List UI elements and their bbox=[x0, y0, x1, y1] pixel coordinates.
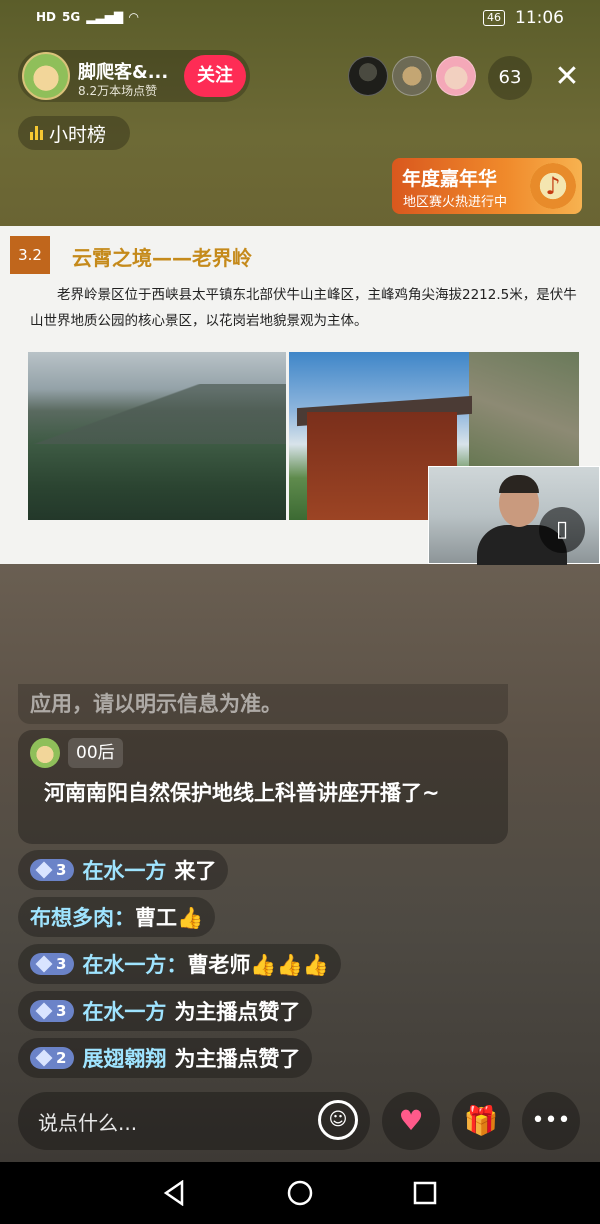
chat-username[interactable]: 在水一方 bbox=[82, 996, 166, 1026]
viewer-avatar[interactable] bbox=[392, 56, 432, 96]
host-likes: 8.2万本场点赞 bbox=[78, 84, 158, 98]
comment-placeholder: 说点什么... bbox=[38, 1111, 138, 1135]
diamond-icon bbox=[35, 861, 53, 879]
announcement-card: 00后 河南南阳自然保护地线上科普讲座开播了~ bbox=[18, 730, 508, 844]
viewer-avatars[interactable] bbox=[348, 56, 476, 96]
level-badge: 3 bbox=[30, 859, 75, 881]
rank-label: 小时榜 bbox=[49, 123, 107, 146]
chat-username[interactable]: 展翅翱翔 bbox=[82, 1043, 166, 1073]
level-number: 3 bbox=[56, 861, 67, 879]
commenter-avatar[interactable] bbox=[30, 738, 60, 768]
emoji-icon[interactable]: ☺ bbox=[318, 1100, 358, 1140]
network-indicator: 5G bbox=[62, 10, 81, 24]
chat-message[interactable]: 3 在水一方 为主播点赞了 bbox=[18, 991, 313, 1031]
level-number: 3 bbox=[56, 1002, 67, 1020]
chat-text: 曹工👍 bbox=[135, 906, 204, 930]
chat-text: 来了 bbox=[174, 859, 217, 883]
mountain-ridge bbox=[28, 384, 286, 444]
viewer-count[interactable]: 63 bbox=[488, 56, 532, 100]
carnival-banner[interactable]: 年度嘉年华 地区赛火热进行中 ♪ bbox=[392, 158, 582, 214]
level-badge: 3 bbox=[30, 1000, 75, 1022]
chat-text: 为主播点赞了 bbox=[174, 1000, 301, 1024]
diamond-icon bbox=[35, 955, 53, 973]
host-name: 脚爬客&... bbox=[78, 62, 169, 83]
age-tag: 00后 bbox=[68, 738, 123, 768]
announcement-text: 河南南阳自然保护地线上科普讲座开播了~ bbox=[44, 781, 440, 805]
section-number: 3.2 bbox=[10, 236, 50, 274]
banner-subtitle: 地区赛火热进行中 bbox=[403, 195, 508, 210]
faded-text: 应用，请以明示信息为准。 bbox=[30, 692, 282, 716]
chat-message[interactable]: 3 在水一方 来了 bbox=[18, 850, 229, 890]
rank-bars-icon bbox=[30, 126, 43, 140]
like-heart-icon[interactable]: ♥ bbox=[382, 1092, 440, 1150]
viewer-avatar[interactable] bbox=[348, 56, 388, 96]
close-icon[interactable]: ✕ bbox=[550, 60, 584, 94]
bottom-toolbar: 说点什么... ☺ ♥ 🎁 ••• bbox=[0, 1090, 600, 1160]
chat-message[interactable]: 2 展翅翱翔 为主播点赞了 bbox=[18, 1038, 313, 1078]
chat-message[interactable]: 布想多肉： 曹工👍 bbox=[18, 897, 216, 937]
level-badge: 3 bbox=[30, 953, 75, 975]
status-left: HD 5G ▂▃▅▇ ◠ bbox=[36, 10, 138, 24]
diamond-icon bbox=[35, 1002, 53, 1020]
chat-message[interactable]: 3 在水一方： 曹老师👍👍👍 bbox=[18, 944, 341, 984]
battery-icon: 46 bbox=[483, 10, 505, 26]
gift-icon[interactable]: 🎁 bbox=[452, 1092, 510, 1150]
more-icon[interactable]: ••• bbox=[522, 1092, 580, 1150]
presenter-hair bbox=[499, 475, 539, 493]
home-icon[interactable] bbox=[287, 1180, 313, 1206]
viewer-avatar[interactable] bbox=[436, 56, 476, 96]
back-icon[interactable] bbox=[162, 1180, 188, 1206]
system-navbar bbox=[0, 1162, 600, 1224]
mountain-photo bbox=[28, 352, 286, 520]
slide-title: 云霄之境——老界岭 bbox=[72, 246, 252, 270]
chat-username[interactable]: 在水一方： bbox=[82, 949, 187, 979]
host-avatar[interactable] bbox=[22, 52, 70, 100]
presenter-camera[interactable]: ▯ bbox=[428, 466, 600, 565]
signal-icon: ▂▃▅▇ bbox=[86, 10, 124, 24]
level-number: 2 bbox=[56, 1049, 67, 1067]
chat-username[interactable]: 布想多肉： bbox=[30, 902, 135, 932]
wifi-icon: ◠ bbox=[129, 10, 139, 24]
hourly-rank-button[interactable]: 小时榜 bbox=[18, 116, 130, 150]
slide-paragraph: 老界岭景区位于西峡县太平镇东北部伏牛山主峰区，主峰鸡角尖海拔2212.5米，是伏… bbox=[30, 287, 577, 329]
banner-title: 年度嘉年华 bbox=[402, 168, 498, 190]
chat-username[interactable]: 在水一方 bbox=[82, 855, 166, 885]
comment-input[interactable]: 说点什么... ☺ bbox=[18, 1092, 370, 1150]
chat-text: 曹老师👍👍👍 bbox=[187, 953, 329, 977]
host-info[interactable]: 脚爬客&... 8.2万本场点赞 关注 bbox=[18, 50, 250, 102]
status-bar: HD 5G ▂▃▅▇ ◠ 46 11:06 bbox=[0, 0, 600, 36]
level-number: 3 bbox=[56, 955, 67, 973]
chat-text: 为主播点赞了 bbox=[174, 1047, 301, 1071]
diamond-icon bbox=[35, 1049, 53, 1067]
status-right: 46 11:06 bbox=[483, 8, 564, 28]
level-badge: 2 bbox=[30, 1047, 75, 1069]
follow-button[interactable]: 关注 bbox=[184, 55, 246, 97]
douyin-badge-icon: ♪ bbox=[530, 163, 576, 209]
hd-indicator: HD bbox=[36, 10, 57, 24]
rotate-screen-icon[interactable]: ▯ bbox=[539, 507, 585, 553]
chat-faded-message: 应用，请以明示信息为准。 bbox=[18, 684, 508, 724]
clock: 11:06 bbox=[515, 8, 564, 28]
recents-icon[interactable] bbox=[412, 1180, 438, 1206]
